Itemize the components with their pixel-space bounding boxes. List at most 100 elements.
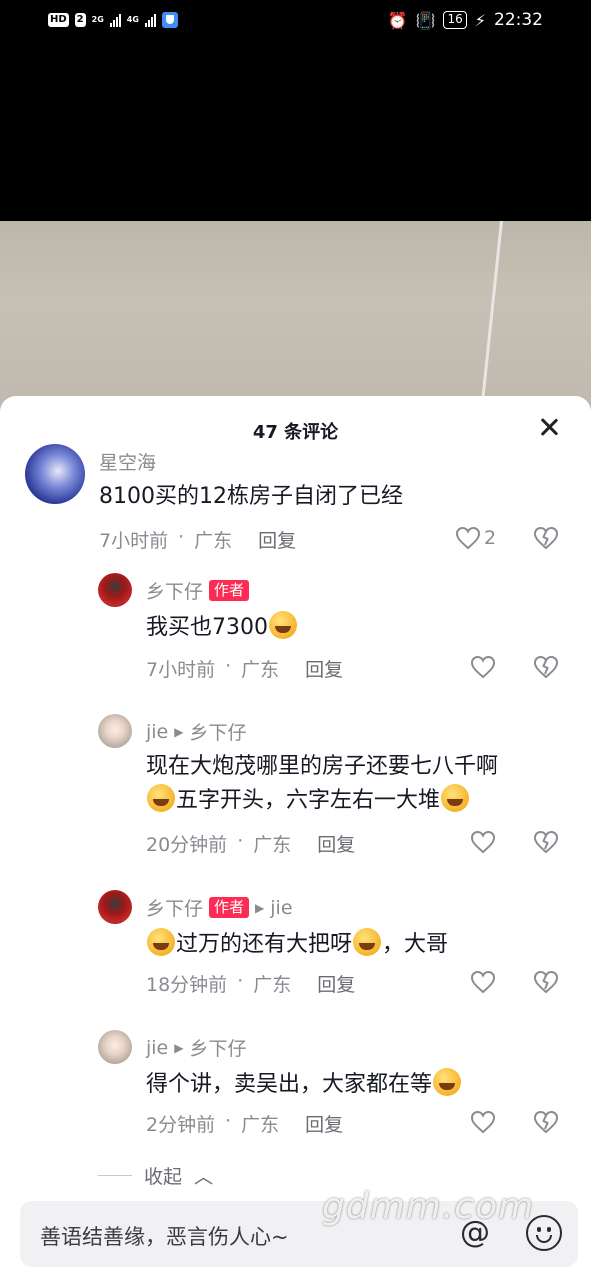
battery-icon: 16 [443,11,467,29]
comment-meta: 7小时前 · 广东 回复 [99,526,296,553]
dislike-icon[interactable] [533,830,559,854]
username-text[interactable]: 乡下仔 [146,894,203,921]
like-button[interactable]: 2 [455,526,496,550]
reply-button[interactable]: 回复 [258,526,296,553]
clock: 22:32 [494,10,543,30]
meta-dot: · [237,970,244,992]
comment-username[interactable]: 星空海 [99,448,156,475]
comment-time: 7小时前 [99,530,169,552]
avatar[interactable] [98,1030,132,1064]
username-text[interactable]: 乡下仔 [146,577,203,604]
comment-meta: 18分钟前 · 广东 回复 [146,970,355,997]
sim-indicator: 2 [74,13,86,27]
reply-button[interactable]: 回复 [305,1110,343,1137]
username-text[interactable]: jie [146,721,168,743]
comment-location: 广东 [253,834,292,856]
comment-text-part: 得个讲，卖吴出，大家都在等 [146,1072,433,1097]
comment-username: jie ▶ 乡下仔 [146,1034,247,1061]
collapse-replies-button[interactable]: 收起 ︿ [98,1162,213,1189]
comment-meta: 20分钟前 · 广东 回复 [146,830,355,857]
meta-dot: · [237,830,244,852]
reply-to-username[interactable]: 乡下仔 [189,1034,246,1061]
close-icon[interactable] [537,416,561,440]
comment-username: 乡下仔 作者 [146,577,250,604]
comment-text-part: 过万的还有大把呀 [176,932,353,957]
author-badge: 作者 [209,580,250,601]
meta-dot: · [225,1110,232,1132]
avatar[interactable] [98,714,132,748]
comment-meta: 7小时前 · 广东 回复 [146,655,343,682]
comments-sheet: 47 条评论 星空海 8100买的12栋房子自闭了已经 7小时前 · 广东 回复… [0,396,591,1280]
chevron-up-icon: ︿ [194,1166,214,1188]
grinning-emoji-icon [433,1068,462,1096]
heart-icon [455,526,481,550]
comment-text: 我买也7300 [146,611,298,645]
comment-text-part: 我买也7300 [146,615,268,640]
reply-button[interactable]: 回复 [305,655,343,682]
comment-username: jie ▶ 乡下仔 [146,718,247,745]
comments-count-title: 47 条评论 [252,422,339,443]
username-text[interactable]: 星空海 [99,448,156,475]
meta-dot: · [225,655,232,677]
video-player[interactable] [0,44,591,224]
avatar[interactable] [25,444,85,504]
dislike-icon[interactable] [533,526,559,550]
comment-text-part: ，大哥 [382,932,449,957]
comment-time: 2分钟前 [146,1114,216,1136]
comment-text: 得个讲，卖吴出，大家都在等 [146,1068,462,1102]
dislike-icon[interactable] [533,970,559,994]
shield-icon [161,12,178,28]
reply-to-username[interactable]: 乡下仔 [189,718,246,745]
signal-icon-2 [144,13,156,27]
reply-arrow-icon: ▶ [255,900,265,915]
avatar[interactable] [98,890,132,924]
comment-input-placeholder[interactable]: 善语结善缘，恶言伤人心~ [40,1221,289,1251]
heart-icon[interactable] [470,1110,496,1134]
video-frame [0,221,591,421]
username-text[interactable]: jie [146,1037,168,1059]
collapse-label: 收起 [144,1166,183,1188]
comment-location: 广东 [253,974,292,996]
dislike-icon[interactable] [533,1110,559,1134]
heart-icon[interactable] [470,970,496,994]
reply-button[interactable]: 回复 [317,830,355,857]
laughing-crying-emoji-icon [269,611,297,639]
laughing-crying-emoji-icon [147,928,175,956]
heart-icon[interactable] [470,655,496,679]
hd-indicator: HD [48,13,69,27]
status-bar: HD 2 2G 4G ⏰ 📳 16 ⚡ 22:32 [0,0,591,44]
comment-time: 20分钟前 [146,834,228,856]
alarm-icon: ⏰ [387,10,408,30]
divider [98,1175,132,1176]
comment-text: 8100买的12栋房子自闭了已经 [99,484,403,509]
reply-arrow-icon: ▶ [174,724,184,739]
vibrate-icon: 📳 [415,10,436,30]
reply-to-username[interactable]: jie [270,897,292,919]
comment-location: 广东 [241,1114,280,1136]
grinning-sweat-emoji-icon [441,784,470,812]
charging-icon: ⚡ [474,10,486,30]
comment-time: 7小时前 [146,659,216,681]
status-right: ⏰ 📳 16 ⚡ 22:32 [388,10,543,30]
comment-text-line: 现在大炮茂哪里的房子还要七八千啊 [146,754,499,779]
author-badge: 作者 [209,897,250,918]
comment-meta: 2分钟前 · 广东 回复 [146,1110,343,1137]
heart-icon[interactable] [470,830,496,854]
comment-text: 过万的还有大把呀 ，大哥 [146,928,448,962]
network-type-2: 4G [126,15,139,24]
status-left: HD 2 2G 4G [48,12,178,28]
meta-dot: · [178,526,185,548]
comment-username: 乡下仔 作者 ▶ jie [146,894,293,921]
dislike-icon[interactable] [533,655,559,679]
laughing-crying-emoji-icon [147,784,175,812]
avatar[interactable] [98,573,132,607]
signal-icon [109,13,121,27]
like-count: 2 [484,527,497,549]
reply-arrow-icon: ▶ [174,1040,184,1055]
comment-text-line: 五字开头，六字左右一大堆 [146,784,470,818]
network-type-1: 2G [91,15,104,24]
comment-time: 18分钟前 [146,974,228,996]
comment-location: 广东 [194,530,233,552]
reply-button[interactable]: 回复 [317,970,355,997]
watermark: gdmm.com [322,1186,535,1227]
